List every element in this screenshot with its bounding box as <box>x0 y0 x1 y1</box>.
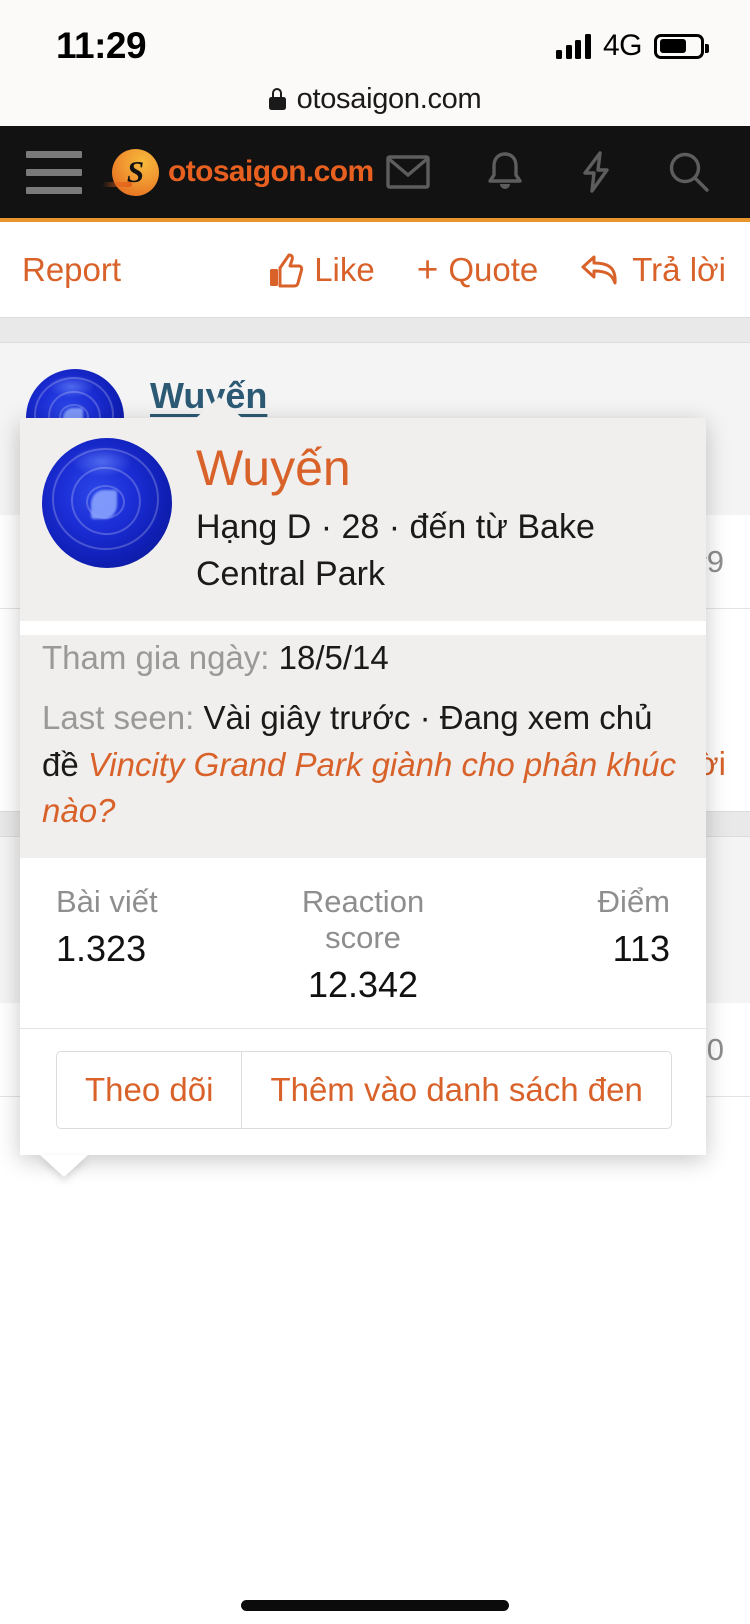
ios-home-indicator <box>241 1600 509 1611</box>
user-profile-popover: Wuyến Hạng D · 28 · đến từ Bake Central … <box>20 397 706 1177</box>
stat-label: Bài viết <box>56 883 158 919</box>
quote-button[interactable]: + Quote <box>417 251 539 289</box>
stat-label: Reaction score <box>301 883 425 955</box>
popover-bottom-arrow <box>40 1154 88 1177</box>
popover-actions: Theo dõi Thêm vào danh sách đen <box>20 1029 706 1155</box>
follow-button[interactable]: Theo dõi <box>56 1050 243 1129</box>
popover-avatar[interactable] <box>42 438 172 568</box>
status-bar-time: 11:29 <box>56 25 147 66</box>
signal-bars-icon <box>556 33 591 59</box>
site-logo[interactable]: otosaigon.com <box>102 148 374 196</box>
stat-label: Điểm <box>597 883 671 919</box>
network-type-label: 4G <box>602 29 643 62</box>
status-bar-indicators: 4G <box>556 29 709 63</box>
popover-lastseen-label: Last seen: <box>42 699 195 737</box>
popover-joined-row: Tham gia ngày: 18/5/14 <box>42 635 684 681</box>
brand-text: otosaigon.com <box>168 155 374 188</box>
reply-button[interactable]: Trả lời <box>580 251 726 289</box>
site-navbar: otosaigon.com <box>0 126 750 222</box>
otosaigon-logo-icon <box>102 148 159 196</box>
stat-value: 113 <box>612 927 671 969</box>
battery-icon <box>654 33 709 59</box>
like-label: Like <box>314 250 375 288</box>
hamburger-menu-icon[interactable] <box>26 150 82 194</box>
thumbs-up-icon <box>270 253 304 287</box>
stat-points: Điểm 113 <box>465 884 670 1006</box>
stat-posts: Bài viết 1.323 <box>56 884 261 1006</box>
search-icon[interactable] <box>668 151 710 193</box>
post-action-bar: Report Like + Quote Trả lời <box>0 222 750 317</box>
popover-info: Wuyến Hạng D · 28 · đến từ Bake Central … <box>196 438 684 597</box>
popover-details: Tham gia ngày: 18/5/14 Last seen: Vài gi… <box>20 635 706 858</box>
popover-username[interactable]: Wuyến <box>196 440 684 496</box>
quote-label: Quote <box>448 250 539 288</box>
stat-reaction-score: Reaction score 12.342 <box>261 884 466 1006</box>
stat-value: 1.323 <box>56 927 147 969</box>
plus-icon: + <box>416 249 439 290</box>
lightning-icon[interactable] <box>580 151 612 193</box>
popover-topic-link[interactable]: Vincity Grand Park giành cho phân khúc n… <box>42 746 676 829</box>
ios-status-bar: 11:29 4G <box>0 0 750 78</box>
stat-value: 12.342 <box>307 963 419 1005</box>
reply-arrow-icon <box>581 255 617 284</box>
browser-url-bar[interactable]: otosaigon.com <box>0 78 750 126</box>
bell-icon[interactable] <box>486 151 524 193</box>
navbar-icons <box>386 151 710 193</box>
popover-summary: Hạng D · 28 · đến từ Bake Central Park <box>196 508 595 593</box>
lock-icon <box>268 88 286 110</box>
like-button[interactable]: Like <box>268 251 375 289</box>
url-text: otosaigon.com <box>296 82 482 115</box>
reply-label: Trả lời <box>632 250 726 288</box>
popover-stats: Bài viết 1.323 Reaction score 12.342 Điể… <box>20 857 706 1029</box>
popover-lastseen-row: Last seen: Vài giây trước · Đang xem chủ… <box>42 695 684 834</box>
report-button[interactable]: Report <box>22 251 121 289</box>
post-separator <box>0 317 750 343</box>
blacklist-button[interactable]: Thêm vào danh sách đen <box>242 1050 672 1129</box>
popover-top-arrow <box>196 397 242 418</box>
popover-joined-value: 18/5/14 <box>278 639 389 677</box>
popover-header: Wuyến Hạng D · 28 · đến từ Bake Central … <box>20 418 706 622</box>
mail-icon[interactable] <box>386 155 430 189</box>
popover-joined-label: Tham gia ngày: <box>42 639 270 677</box>
